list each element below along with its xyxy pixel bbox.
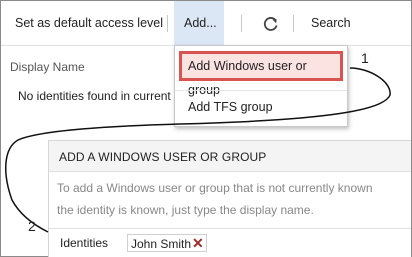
callout-number-2: 2 xyxy=(28,218,36,234)
callout-connector-line xyxy=(5,67,391,233)
callout-number-1: 1 xyxy=(361,50,369,66)
